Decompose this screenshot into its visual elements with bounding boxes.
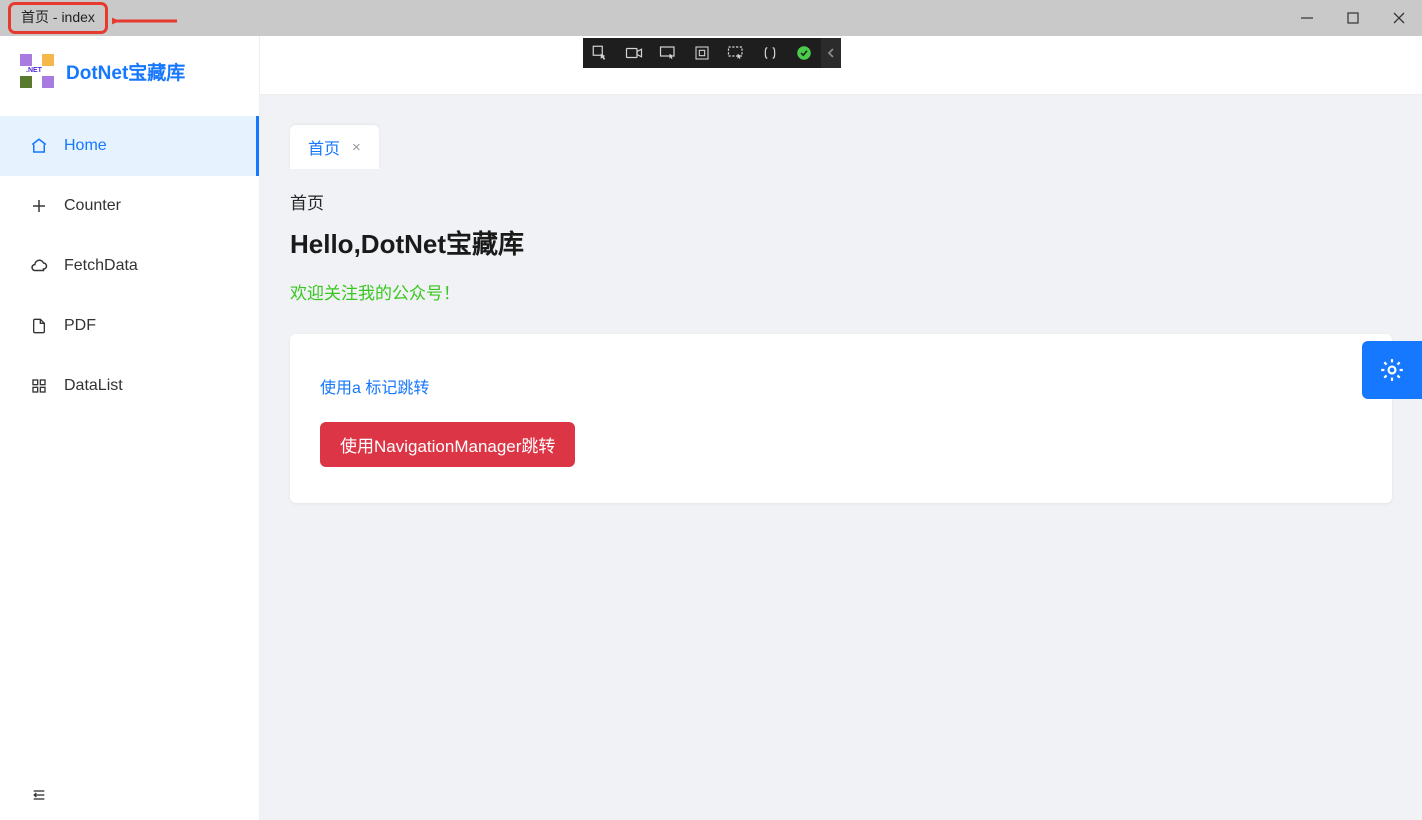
brand-name: DotNet宝藏库 [66,58,185,85]
sidebar-item-label: FetchData [64,257,138,275]
sidebar-item-counter[interactable]: Counter [0,176,259,236]
window-close-button[interactable] [1376,0,1422,36]
tab-close-icon[interactable]: × [352,139,361,156]
brand: .NET DotNet宝藏库 [0,36,259,106]
sidebar-item-home[interactable]: Home [0,116,259,176]
toolbar-square-icon[interactable] [685,38,719,68]
brand-logo-icon: .NET [20,54,54,88]
sidebar-collapse-button[interactable] [0,770,259,820]
toolbar-select-element-icon[interactable] [583,38,617,68]
page-heading: Hello,DotNet宝藏库 [290,224,1392,261]
sidebar-item-label: PDF [64,317,96,335]
toolbar-camera-icon[interactable] [617,38,651,68]
file-icon [30,317,48,335]
sidebar-item-label: Counter [64,197,121,215]
sidebar-item-label: DataList [64,377,123,395]
sidebar-item-pdf[interactable]: PDF [0,296,259,356]
window-maximize-button[interactable] [1330,0,1376,36]
plus-icon [30,197,48,215]
tab-label: 首页 [308,135,340,159]
toolbar-screen-pointer-icon[interactable] [651,38,685,68]
cloud-icon [30,257,48,275]
card: 使用a 标记跳转 使用NavigationManager跳转 [290,334,1392,503]
sidebar-item-label: Home [64,137,107,155]
sidebar-item-fetchdata[interactable]: FetchData [0,236,259,296]
main-area: 首页 × 首页 Hello,DotNet宝藏库 欢迎关注我的公众号！ 使用a 标… [260,36,1422,820]
annotation-arrow-icon [112,14,182,28]
header-bar [260,36,1422,95]
sidebar-item-datalist[interactable]: DataList [0,356,259,416]
window-titlebar: 首页 - index [0,0,1422,36]
welcome-text: 欢迎关注我的公众号！ [290,279,1392,304]
home-icon [30,137,48,155]
tab-home[interactable]: 首页 × [290,125,379,169]
breadcrumb: 首页 [290,189,1392,214]
toolbar-status-ok-icon[interactable] [787,38,821,68]
settings-fab[interactable] [1362,341,1422,399]
collapse-icon [30,787,48,803]
sidebar-nav: Home Counter FetchData PDF [0,106,259,770]
sidebar: .NET DotNet宝藏库 Home Counter Fe [0,36,260,820]
anchor-link[interactable]: 使用a 标记跳转 [320,374,429,398]
dev-toolbar [583,38,841,68]
window-minimize-button[interactable] [1284,0,1330,36]
grid-icon [30,377,48,395]
toolbar-brackets-icon[interactable] [753,38,787,68]
window-title: 首页 - index [8,2,108,34]
content: 首页 × 首页 Hello,DotNet宝藏库 欢迎关注我的公众号！ 使用a 标… [260,95,1422,503]
gear-icon [1379,357,1405,383]
toolbar-collapse-icon[interactable] [821,38,841,68]
tabs: 首页 × [290,125,1392,169]
toolbar-dashed-pointer-icon[interactable] [719,38,753,68]
navigate-button[interactable]: 使用NavigationManager跳转 [320,422,575,467]
